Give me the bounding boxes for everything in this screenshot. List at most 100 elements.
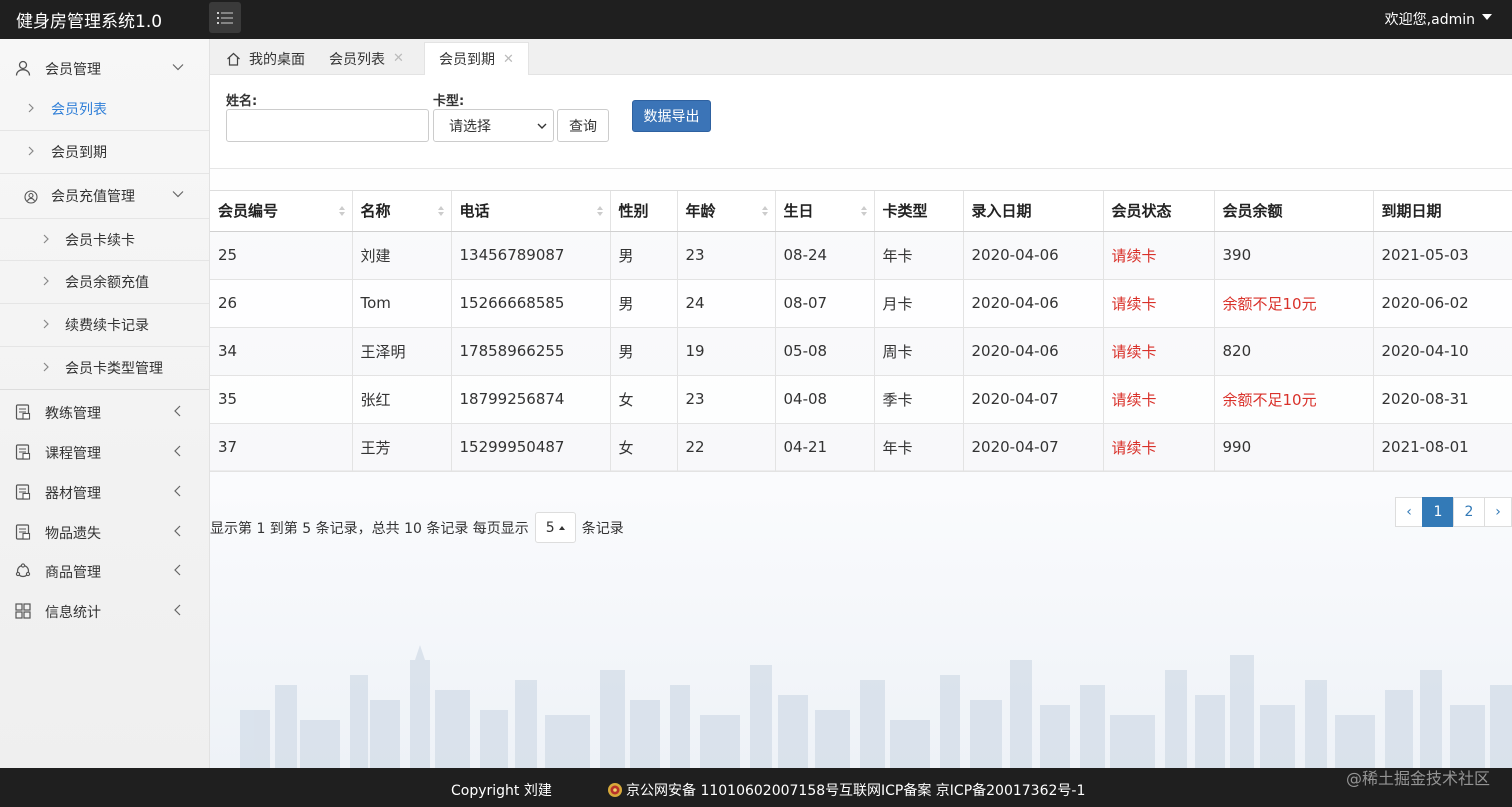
user-menu[interactable]: 欢迎您,admin [1385, 9, 1492, 29]
tab-member-list[interactable]: 会员列表 ✕ [315, 42, 418, 75]
page-button-2[interactable]: 2 [1453, 497, 1485, 527]
table-row: 35 张红 18799256874 女 23 04-08 季卡 2020-04-07 请续卡 余额… [210, 375, 1512, 424]
sidebar-item-balance-recharge[interactable]: 会员余额充值 [0, 261, 209, 304]
sidebar-item-course-management[interactable]: 课程管理 [0, 432, 209, 472]
table-cell: 男 [610, 279, 678, 328]
tab-member-expiry[interactable]: 会员到期 ✕ [424, 42, 529, 75]
chevron-right-icon [28, 103, 34, 113]
close-icon[interactable]: ✕ [503, 52, 514, 67]
table-header-row: 会员编号 名称 电话 性别 年龄 生日 卡类型 录入日期 会员状态 会员余额 到… [210, 191, 1512, 232]
export-data-button[interactable]: 数据导出 [632, 100, 711, 132]
pagination-info: 显示第 1 到第 5 条记录，总共 10 条记录 每页显示 5 条记录 [210, 512, 624, 543]
user-circle-icon [24, 190, 38, 204]
page-size-dropdown[interactable]: 5 [534, 512, 576, 543]
icp-record-link[interactable]: 互联网ICP备案 京ICP备20017362号-1 [839, 780, 1085, 800]
close-icon[interactable]: ✕ [393, 51, 404, 66]
sidebar-item-member-expiry[interactable]: 会员到期 [0, 131, 209, 174]
sidebar-item-lost-items[interactable]: 物品遗失 [0, 512, 209, 552]
column-header[interactable]: 年龄 [677, 191, 776, 232]
card-type-select[interactable]: 请选择 [433, 109, 554, 142]
chevron-left-icon [174, 405, 181, 417]
chevron-right-icon [43, 319, 49, 329]
member-status-cell: 请续卡 [1103, 375, 1215, 424]
table-cell: 张红 [352, 375, 452, 424]
table-cell: 05-08 [775, 327, 875, 376]
cycle-icon [15, 563, 31, 578]
user-greeting: 欢迎您,admin [1384, 12, 1475, 28]
column-header: 会员状态 [1103, 191, 1215, 232]
table-cell: 女 [610, 423, 678, 472]
table-row: 34 王泽明 17858966255 男 19 05-08 周卡 2020-04-06 请续卡 8… [210, 327, 1512, 376]
pagination-suffix-text: 条记录 [581, 520, 624, 537]
tab-label: 我的桌面 [249, 51, 305, 68]
watermark-text: @稀土掘金技术社区 [1345, 769, 1490, 788]
police-record-text: 京公网安备 11010602007158号 [626, 783, 840, 799]
police-record-link[interactable]: 京公网安备 11010602007158号 [607, 780, 839, 800]
pagination: ‹ 1 2 › [1395, 497, 1512, 527]
sidebar-item-product-management[interactable]: 商品管理 [0, 551, 209, 591]
table-cell: 2020-04-06 [963, 279, 1104, 328]
sort-icon [761, 206, 768, 216]
column-header[interactable]: 生日 [775, 191, 875, 232]
column-header[interactable]: 电话 [451, 191, 611, 232]
table-cell: 季卡 [874, 375, 964, 424]
member-status-cell: 请续卡 [1103, 327, 1215, 376]
sidebar-item-member-management[interactable]: 会员管理 [0, 48, 209, 88]
table-cell: 35 [210, 375, 353, 424]
table-cell: 390 [1214, 231, 1374, 280]
table-cell: 女 [610, 375, 678, 424]
name-label: 姓名: [226, 94, 258, 109]
table-cell: 08-07 [775, 279, 875, 328]
sidebar-item-label: 信息统计 [45, 605, 101, 621]
table-cell: 18799256874 [451, 375, 611, 424]
table-row: 26 Tom 15266668585 男 24 08-07 月卡 2020-04-06 请续卡余… [210, 279, 1512, 328]
grid-icon [15, 603, 31, 619]
table-cell: 22 [677, 423, 776, 472]
table-cell: 08-24 [775, 231, 875, 280]
sidebar: 会员管理 会员列表 会员到期 会员充值管理 会员卡续卡 会员余额充值 续费续卡记… [0, 39, 210, 768]
table-cell: 25 [210, 231, 353, 280]
column-header: 卡类型 [874, 191, 964, 232]
table-cell: 2020-04-10 [1373, 327, 1512, 376]
sidebar-item-label: 会员充值管理 [51, 189, 135, 205]
table-cell: 2020-08-31 [1373, 375, 1512, 424]
table-cell: 年卡 [874, 423, 964, 472]
sidebar-item-label: 会员管理 [45, 62, 101, 78]
tab-label: 会员列表 [329, 51, 385, 68]
column-header: 录入日期 [963, 191, 1104, 232]
sidebar-item-card-type-management[interactable]: 会员卡类型管理 [0, 347, 209, 390]
sidebar-item-label: 课程管理 [45, 446, 101, 462]
next-page-button[interactable]: › [1484, 497, 1512, 527]
sidebar-item-statistics[interactable]: 信息统计 [0, 591, 209, 631]
card-type-label: 卡型: [433, 94, 465, 109]
sidebar-item-label: 会员卡类型管理 [65, 361, 163, 377]
filter-panel: 姓名: 卡型: 请选择 查询 数据导出 [210, 75, 1512, 169]
copyright-text: Copyright 刘建 [451, 783, 552, 799]
page-button-1[interactable]: 1 [1422, 497, 1454, 527]
member-table-container: 会员编号 名称 电话 性别 年龄 生日 卡类型 录入日期 会员状态 会员余额 到… [210, 190, 1512, 472]
table-cell: 月卡 [874, 279, 964, 328]
column-header[interactable]: 名称 [352, 191, 452, 232]
user-icon [15, 60, 31, 76]
chevron-right-icon [43, 276, 49, 286]
sidebar-item-member-list[interactable]: 会员列表 [0, 88, 209, 131]
sidebar-item-card-renewal[interactable]: 会员卡续卡 [0, 218, 209, 261]
query-button[interactable]: 查询 [557, 109, 609, 142]
sidebar-item-equipment-management[interactable]: 器材管理 [0, 472, 209, 512]
sidebar-item-recharge-management[interactable]: 会员充值管理 [0, 175, 209, 218]
skyline-background-image [240, 645, 1512, 768]
sidebar-item-renewal-records[interactable]: 续费续卡记录 [0, 304, 209, 347]
home-icon [227, 52, 240, 66]
name-input[interactable] [226, 109, 429, 142]
police-badge-icon [608, 783, 622, 797]
column-header[interactable]: 会员编号 [210, 191, 353, 232]
table-cell: 34 [210, 327, 353, 376]
tab-my-desktop[interactable]: 我的桌面 [212, 42, 319, 75]
prev-page-button[interactable]: ‹ [1395, 497, 1423, 527]
sidebar-item-coach-management[interactable]: 教练管理 [0, 392, 209, 432]
sidebar-item-label: 物品遗失 [45, 526, 101, 542]
chevron-right-icon [28, 146, 34, 156]
member-status-cell: 请续卡 [1103, 279, 1215, 328]
menu-toggle-button[interactable] [209, 2, 241, 33]
table-row: 25 刘建 13456789087 男 23 08-24 年卡 2020-04-06 请续卡 39… [210, 231, 1512, 280]
